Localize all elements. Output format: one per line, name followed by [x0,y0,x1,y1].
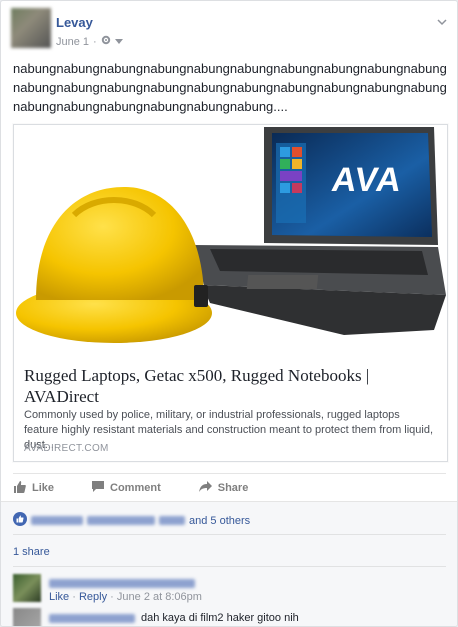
gear-icon[interactable] [101,35,111,48]
link-title[interactable]: Rugged Laptops, Getac x500, Rugged Noteb… [24,365,436,407]
hard-hat-image [16,187,212,343]
reactions-summary[interactable]: and 5 others [13,512,250,529]
others-count[interactable]: and 5 others [189,515,250,527]
post-actions: Like Comment Share [13,473,446,502]
commenter-name-blurred[interactable] [49,613,135,623]
thumbs-up-icon [13,480,26,496]
link-preview[interactable]: AVA Rugged Laptops, Getac x500, Rugged N… [13,124,448,462]
commenter-avatar[interactable] [13,574,41,602]
share-label: Share [217,482,249,494]
liker-name-blurred[interactable] [87,516,155,525]
comment-label: Comment [110,482,161,494]
comment-icon [92,481,105,495]
post-meta: June 1 · [56,35,123,48]
like-reaction-icon [13,512,27,529]
post-card: Levay June 1 · nabungnabungnabungnabungn… [0,0,458,627]
commenter-avatar[interactable] [13,608,41,626]
comment-actions: Like · Reply · June 2 at 8:06pm [49,591,202,603]
liker-name-blurred[interactable] [159,516,185,525]
brand-logo: AVA [329,161,405,199]
post-footer: and 5 others 1 share Like · Reply · June… [1,501,457,626]
post-header: Levay June 1 · [11,8,447,52]
comment-button[interactable]: Comment [92,474,161,502]
like-button[interactable]: Like [13,474,54,502]
link-domain: AVADIRECT.COM [24,443,109,454]
laptop-image [192,127,446,335]
post-date[interactable]: June 1 [56,36,89,48]
author-avatar[interactable] [11,8,51,48]
divider [13,534,446,535]
comment-like-link[interactable]: Like [49,591,69,603]
post-text: nabungnabungnabungnabungnabungnabungnabu… [13,61,447,114]
like-label: Like [32,482,55,494]
comment-item: dah kaya di film2 haker gitoo nih [49,612,299,624]
author-name[interactable]: Levay [56,15,93,30]
share-icon [198,481,212,495]
liker-name-blurred[interactable] [31,516,83,525]
chevron-down-icon[interactable] [114,36,123,48]
shares-count[interactable]: 1 share [13,546,50,558]
divider [13,566,446,567]
comment-text: dah kaya di film2 haker gitoo nih [141,612,299,624]
post-menu-icon[interactable] [437,14,447,26]
comment-timestamp[interactable]: June 2 at 8:06pm [117,591,202,603]
link-image[interactable]: AVA [14,125,447,355]
share-button[interactable]: Share [198,474,249,502]
comment-reply-link[interactable]: Reply [79,591,107,603]
